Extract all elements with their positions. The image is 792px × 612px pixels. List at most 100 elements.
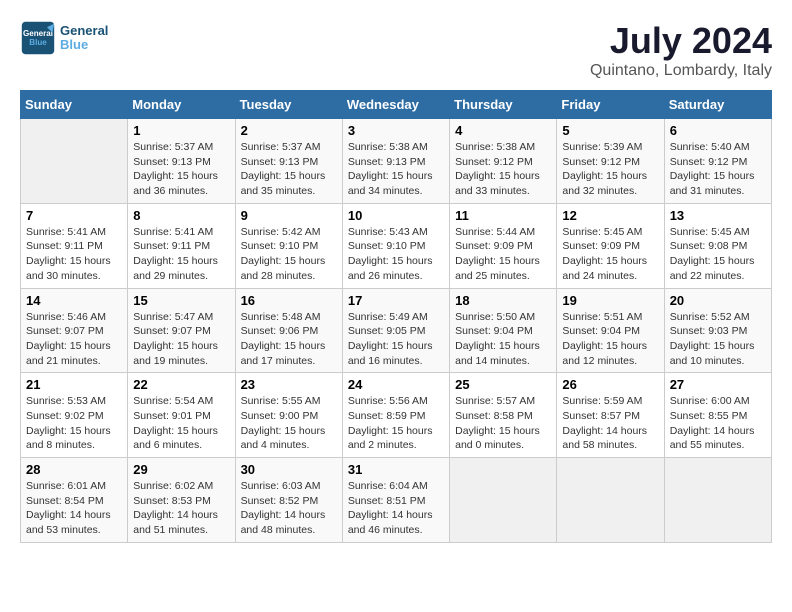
calendar-cell: 8Sunrise: 5:41 AM Sunset: 9:11 PM Daylig… (128, 203, 235, 288)
day-detail: Sunrise: 6:02 AM Sunset: 8:53 PM Dayligh… (133, 479, 229, 538)
day-detail: Sunrise: 5:59 AM Sunset: 8:57 PM Dayligh… (562, 394, 658, 453)
day-number: 3 (348, 123, 444, 138)
col-header-tuesday: Tuesday (235, 91, 342, 119)
calendar-cell: 21Sunrise: 5:53 AM Sunset: 9:02 PM Dayli… (21, 373, 128, 458)
day-detail: Sunrise: 5:56 AM Sunset: 8:59 PM Dayligh… (348, 394, 444, 453)
calendar-cell: 9 Sunrise: 5:42 AM Sunset: 9:10 PM Daylig… (235, 203, 342, 288)
day-number: 6 (670, 123, 766, 138)
calendar-cell: 10 Sunrise: 5:43 AM Sunset: 9:10 PM Dayli… (342, 203, 449, 288)
day-detail: Sunrise: 5:37 AM Sunset: 9:13 PM Dayligh… (241, 140, 337, 199)
day-number: 30 (241, 462, 337, 477)
calendar-cell (450, 458, 557, 543)
day-number: 8 (133, 208, 229, 223)
day-number: 23 (241, 377, 337, 392)
day-number: 14 (26, 293, 122, 308)
day-number: 31 (348, 462, 444, 477)
day-detail: Sunrise: 5:38 AM Sunset: 9:12 PM Dayligh… (455, 140, 551, 199)
calendar-cell (664, 458, 771, 543)
day-number: 10 (348, 208, 444, 223)
calendar-week-row: 14 Sunrise: 5:46 AM Sunset: 9:07 PM Dayli… (21, 288, 772, 373)
day-number: 24 (348, 377, 444, 392)
calendar-cell: 3 Sunrise: 5:38 AM Sunset: 9:13 PM Daylig… (342, 119, 449, 204)
calendar-cell: 29Sunrise: 6:02 AM Sunset: 8:53 PM Dayli… (128, 458, 235, 543)
day-number: 20 (670, 293, 766, 308)
calendar-cell: 22 Sunrise: 5:54 AM Sunset: 9:01 PM Dayli… (128, 373, 235, 458)
day-detail: Sunrise: 5:54 AM Sunset: 9:01 PM Dayligh… (133, 394, 229, 453)
calendar-cell: 28Sunrise: 6:01 AM Sunset: 8:54 PM Dayli… (21, 458, 128, 543)
day-number: 25 (455, 377, 551, 392)
day-detail: Sunrise: 5:44 AM Sunset: 9:09 PM Dayligh… (455, 225, 551, 284)
location-subtitle: Quintano, Lombardy, Italy (590, 62, 772, 80)
col-header-sunday: Sunday (21, 91, 128, 119)
calendar-week-row: 1Sunrise: 5:37 AM Sunset: 9:13 PM Daylig… (21, 119, 772, 204)
calendar-cell: 2 Sunrise: 5:37 AM Sunset: 9:13 PM Daylig… (235, 119, 342, 204)
day-detail: Sunrise: 5:55 AM Sunset: 9:00 PM Dayligh… (241, 394, 337, 453)
day-number: 4 (455, 123, 551, 138)
day-detail: Sunrise: 5:39 AM Sunset: 9:12 PM Dayligh… (562, 140, 658, 199)
calendar-cell (557, 458, 664, 543)
day-detail: Sunrise: 6:04 AM Sunset: 8:51 PM Dayligh… (348, 479, 444, 538)
day-number: 15 (133, 293, 229, 308)
day-number: 21 (26, 377, 122, 392)
col-header-thursday: Thursday (450, 91, 557, 119)
day-detail: Sunrise: 5:52 AM Sunset: 9:03 PM Dayligh… (670, 310, 766, 369)
day-detail: Sunrise: 5:57 AM Sunset: 8:58 PM Dayligh… (455, 394, 551, 453)
calendar-cell: 14 Sunrise: 5:46 AM Sunset: 9:07 PM Dayli… (21, 288, 128, 373)
day-detail: Sunrise: 5:47 AM Sunset: 9:07 PM Dayligh… (133, 310, 229, 369)
calendar-cell: 11 Sunrise: 5:44 AM Sunset: 9:09 PM Dayli… (450, 203, 557, 288)
calendar-cell: 30 Sunrise: 6:03 AM Sunset: 8:52 PM Dayli… (235, 458, 342, 543)
day-number: 17 (348, 293, 444, 308)
logo-blue: Blue (60, 37, 88, 52)
calendar-cell: 16 Sunrise: 5:48 AM Sunset: 9:06 PM Dayli… (235, 288, 342, 373)
calendar-cell: 27Sunrise: 6:00 AM Sunset: 8:55 PM Dayli… (664, 373, 771, 458)
day-number: 2 (241, 123, 337, 138)
day-number: 27 (670, 377, 766, 392)
svg-text:General: General (23, 29, 53, 38)
day-detail: Sunrise: 5:42 AM Sunset: 9:10 PM Dayligh… (241, 225, 337, 284)
month-year-title: July 2024 (590, 20, 772, 62)
col-header-friday: Friday (557, 91, 664, 119)
calendar-table: SundayMondayTuesdayWednesdayThursdayFrid… (20, 90, 772, 543)
day-detail: Sunrise: 5:48 AM Sunset: 9:06 PM Dayligh… (241, 310, 337, 369)
day-number: 13 (670, 208, 766, 223)
day-number: 18 (455, 293, 551, 308)
day-number: 11 (455, 208, 551, 223)
day-number: 9 (241, 208, 337, 223)
logo-general: General (60, 23, 108, 38)
day-detail: Sunrise: 5:38 AM Sunset: 9:13 PM Dayligh… (348, 140, 444, 199)
day-number: 16 (241, 293, 337, 308)
calendar-header-row: SundayMondayTuesdayWednesdayThursdayFrid… (21, 91, 772, 119)
calendar-cell: 1Sunrise: 5:37 AM Sunset: 9:13 PM Daylig… (128, 119, 235, 204)
title-area: July 2024 Quintano, Lombardy, Italy (590, 20, 772, 80)
calendar-cell: 19 Sunrise: 5:51 AM Sunset: 9:04 PM Dayli… (557, 288, 664, 373)
day-detail: Sunrise: 5:46 AM Sunset: 9:07 PM Dayligh… (26, 310, 122, 369)
calendar-cell (21, 119, 128, 204)
day-detail: Sunrise: 5:45 AM Sunset: 9:09 PM Dayligh… (562, 225, 658, 284)
day-number: 22 (133, 377, 229, 392)
day-detail: Sunrise: 6:03 AM Sunset: 8:52 PM Dayligh… (241, 479, 337, 538)
day-number: 7 (26, 208, 122, 223)
svg-text:Blue: Blue (29, 38, 47, 47)
day-number: 28 (26, 462, 122, 477)
day-detail: Sunrise: 5:37 AM Sunset: 9:13 PM Dayligh… (133, 140, 229, 199)
day-detail: Sunrise: 5:51 AM Sunset: 9:04 PM Dayligh… (562, 310, 658, 369)
day-detail: Sunrise: 5:45 AM Sunset: 9:08 PM Dayligh… (670, 225, 766, 284)
calendar-cell: 15 Sunrise: 5:47 AM Sunset: 9:07 PM Dayli… (128, 288, 235, 373)
day-detail: Sunrise: 5:40 AM Sunset: 9:12 PM Dayligh… (670, 140, 766, 199)
calendar-cell: 6 Sunrise: 5:40 AM Sunset: 9:12 PM Daylig… (664, 119, 771, 204)
col-header-saturday: Saturday (664, 91, 771, 119)
calendar-cell: 13 Sunrise: 5:45 AM Sunset: 9:08 PM Dayli… (664, 203, 771, 288)
day-detail: Sunrise: 5:43 AM Sunset: 9:10 PM Dayligh… (348, 225, 444, 284)
calendar-cell: 25 Sunrise: 5:57 AM Sunset: 8:58 PM Dayli… (450, 373, 557, 458)
day-detail: Sunrise: 5:50 AM Sunset: 9:04 PM Dayligh… (455, 310, 551, 369)
calendar-cell: 7 Sunrise: 5:41 AM Sunset: 9:11 PM Daylig… (21, 203, 128, 288)
calendar-week-row: 21Sunrise: 5:53 AM Sunset: 9:02 PM Dayli… (21, 373, 772, 458)
page-header: General Blue General Blue July 2024 Quin… (20, 20, 772, 80)
day-detail: Sunrise: 5:41 AM Sunset: 9:11 PM Dayligh… (26, 225, 122, 284)
day-detail: Sunrise: 5:49 AM Sunset: 9:05 PM Dayligh… (348, 310, 444, 369)
calendar-cell: 5Sunrise: 5:39 AM Sunset: 9:12 PM Daylig… (557, 119, 664, 204)
calendar-cell: 31 Sunrise: 6:04 AM Sunset: 8:51 PM Dayli… (342, 458, 449, 543)
calendar-cell: 24 Sunrise: 5:56 AM Sunset: 8:59 PM Dayli… (342, 373, 449, 458)
calendar-cell: 26Sunrise: 5:59 AM Sunset: 8:57 PM Dayli… (557, 373, 664, 458)
day-number: 19 (562, 293, 658, 308)
